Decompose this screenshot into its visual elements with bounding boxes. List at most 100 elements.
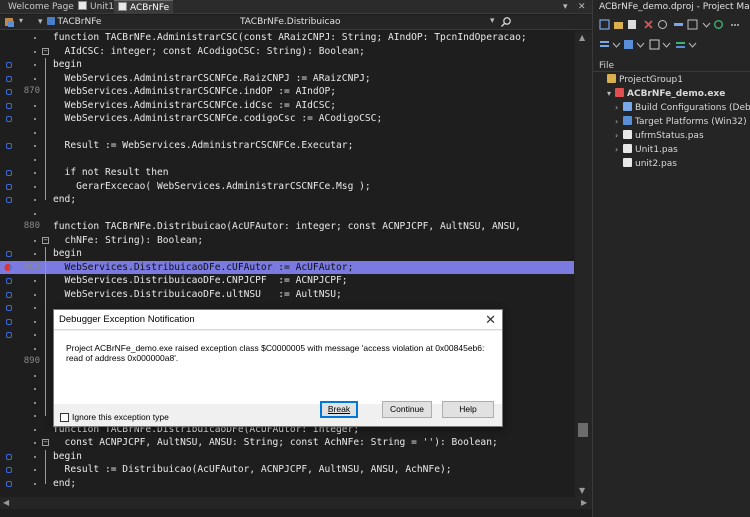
breakpoint-marker-icon[interactable] — [6, 251, 12, 257]
search-icon[interactable] — [500, 16, 512, 28]
fullscreen-icon[interactable] — [687, 19, 698, 30]
code-line[interactable]: function TACBrNFe.AdministrarCSC(const A… — [0, 31, 574, 45]
breakpoint-marker-icon[interactable] — [6, 62, 12, 68]
chevron-down-icon[interactable] — [687, 39, 698, 50]
options-icon[interactable] — [623, 39, 634, 50]
code-line[interactable]: WebServices.AdministrarCSCNFCe.RaizCNPJ … — [0, 72, 574, 86]
breakpoint-marker-icon[interactable] — [6, 453, 12, 460]
debugger-exception-dialog: Debugger Exception Notification ✕ Projec… — [53, 309, 503, 427]
breakpoint-marker-icon[interactable] — [6, 197, 12, 203]
breakpoint-marker-icon[interactable] — [6, 467, 12, 473]
fold-collapse-icon[interactable]: − — [42, 47, 49, 55]
code-line[interactable]: end; — [0, 477, 574, 491]
help-button[interactable]: Help — [442, 401, 494, 418]
code-line[interactable]: Result := Distribuicao(AcUFAutor, ACNPJC… — [0, 463, 574, 477]
sync-icon[interactable] — [599, 19, 610, 30]
tab-welcome-page[interactable]: Welcome Page — [4, 0, 78, 14]
build-icon[interactable] — [599, 39, 610, 50]
code-line[interactable]: WebServices.DistribuicaoDFe.ultNSU := Au… — [0, 288, 574, 302]
current-execution-line[interactable]: 883 WebServices.DistribuicaoDFe.cUFAutor… — [0, 260, 574, 274]
scroll-right-icon[interactable]: ▶ — [581, 498, 587, 507]
chevron-down-icon[interactable] — [661, 39, 672, 50]
folder-icon[interactable] — [613, 19, 624, 30]
code-line[interactable]: WebServices.AdministrarCSCNFCe.idCsc := … — [0, 99, 574, 113]
tree-item[interactable]: unit2.pas — [615, 158, 677, 170]
breakpoint-marker-icon[interactable] — [6, 75, 12, 82]
code-line[interactable]: 880 function TACBrNFe.Distribuicao(AcUFAu… — [0, 220, 574, 234]
breakpoint-marker-icon[interactable] — [6, 278, 12, 284]
horizontal-scrollbar[interactable]: ◀ ▶ — [0, 497, 592, 509]
code-line[interactable]: WebServices.AdministrarCSCNFCe.codigoCsc… — [0, 112, 574, 126]
chevron-down-icon[interactable] — [635, 39, 646, 50]
more-icon[interactable] — [729, 19, 740, 30]
breakpoint-marker-icon[interactable] — [6, 102, 12, 109]
tree-item[interactable]: ProjectGroup1 — [599, 74, 683, 86]
breakpoint-marker-icon[interactable] — [6, 305, 12, 311]
view-icon[interactable] — [649, 39, 660, 50]
refresh-icon[interactable] — [713, 19, 724, 30]
code-line[interactable] — [0, 153, 574, 167]
chevron-down-icon[interactable] — [701, 19, 712, 30]
tab-acbrnfe[interactable]: ACBrNFe — [114, 0, 174, 14]
breakpoint-marker-icon[interactable] — [6, 116, 12, 122]
tree-item[interactable]: ▾ ACBrNFe_demo.exe — [607, 88, 725, 100]
code-line[interactable]: − chNFe: String): Boolean; — [0, 234, 574, 248]
class-selector[interactable]: ▾ TACBrNFe — [38, 16, 101, 29]
wrench-icon[interactable] — [673, 19, 684, 30]
break-button[interactable]: Break — [320, 401, 358, 418]
breakpoint-marker-icon[interactable] — [6, 480, 12, 487]
scrollbar-thumb[interactable] — [578, 423, 588, 437]
code-line[interactable]: Result := WebServices.AdministrarCSCNFCe… — [0, 139, 574, 153]
code-line[interactable]: begin — [0, 450, 574, 464]
breakpoint-marker-icon[interactable] — [6, 183, 12, 190]
tree-item[interactable]: › Build Configurations (Debug) — [615, 102, 750, 114]
code-line[interactable]: − AIdCSC: integer; const ACodigoCSC: Str… — [0, 45, 574, 59]
breakpoint-marker-icon[interactable] — [6, 291, 12, 298]
expander-icon[interactable]: › — [615, 102, 623, 114]
fold-collapse-icon[interactable]: − — [42, 236, 49, 244]
close-icon[interactable] — [643, 19, 654, 30]
breakpoint-marker-icon[interactable] — [6, 143, 12, 149]
tree-item[interactable]: › ufrmStatus.pas — [615, 130, 704, 142]
vertical-scrollbar[interactable]: ▲ ▼ — [575, 31, 592, 497]
code-line[interactable]: begin — [0, 58, 574, 72]
expander-icon[interactable]: › — [615, 130, 623, 142]
tab-unit1[interactable]: Unit1 — [74, 0, 118, 14]
scroll-down-icon[interactable]: ▼ — [579, 486, 585, 495]
breakpoint-marker-icon[interactable] — [6, 332, 12, 338]
method-selector[interactable]: TACBrNFe.Distribuicao — [240, 16, 341, 29]
structure-icon[interactable] — [4, 16, 16, 28]
chevron-down-icon[interactable]: ▾ — [490, 16, 495, 26]
code-line[interactable]: begin — [0, 247, 574, 261]
tree-item[interactable]: › Unit1.pas — [615, 144, 678, 156]
code-line[interactable]: WebServices.DistribuicaoDFe.CNPJCPF := A… — [0, 274, 574, 288]
code-line[interactable] — [0, 207, 574, 221]
chevron-down-icon[interactable] — [611, 39, 622, 50]
continue-button[interactable]: Continue — [382, 401, 432, 418]
code-editor[interactable]: function TACBrNFe.AdministrarCSC(const A… — [0, 31, 574, 497]
scroll-up-icon[interactable]: ▲ — [579, 33, 585, 42]
ignore-exception-checkbox[interactable] — [60, 413, 69, 422]
expander-icon[interactable]: › — [615, 116, 623, 128]
new-item-icon[interactable] — [627, 19, 638, 30]
layers-icon[interactable] — [675, 39, 686, 50]
chevron-down-icon[interactable]: ▾ — [19, 16, 23, 25]
code-line[interactable] — [0, 126, 574, 140]
expander-icon[interactable]: › — [615, 144, 623, 156]
expander-icon[interactable]: ▾ — [607, 88, 615, 100]
code-line[interactable]: end; — [0, 193, 574, 207]
close-icon[interactable]: ✕ — [578, 0, 586, 14]
code-line[interactable]: 870 WebServices.AdministrarCSCNFCe.indOP… — [0, 85, 574, 99]
tree-item[interactable]: › Target Platforms (Win32) — [615, 116, 747, 128]
breakpoint-marker-icon[interactable] — [6, 170, 12, 176]
ignore-exception-label[interactable]: Ignore this exception type — [72, 412, 169, 422]
target-icon[interactable] — [657, 19, 668, 30]
close-icon[interactable]: ✕ — [485, 312, 496, 328]
scroll-left-icon[interactable]: ◀ — [3, 498, 9, 507]
tab-list-dropdown-icon[interactable]: ▾ — [563, 0, 568, 14]
breakpoint-marker-icon[interactable] — [6, 318, 12, 325]
code-line[interactable]: GerarExcecao( WebServices.AdministrarCSC… — [0, 180, 574, 194]
code-line[interactable]: if not Result then — [0, 166, 574, 180]
code-line[interactable]: − const ACNPJCPF, AultNSU, ANSU: String;… — [0, 436, 574, 450]
fold-collapse-icon[interactable]: − — [42, 439, 49, 446]
